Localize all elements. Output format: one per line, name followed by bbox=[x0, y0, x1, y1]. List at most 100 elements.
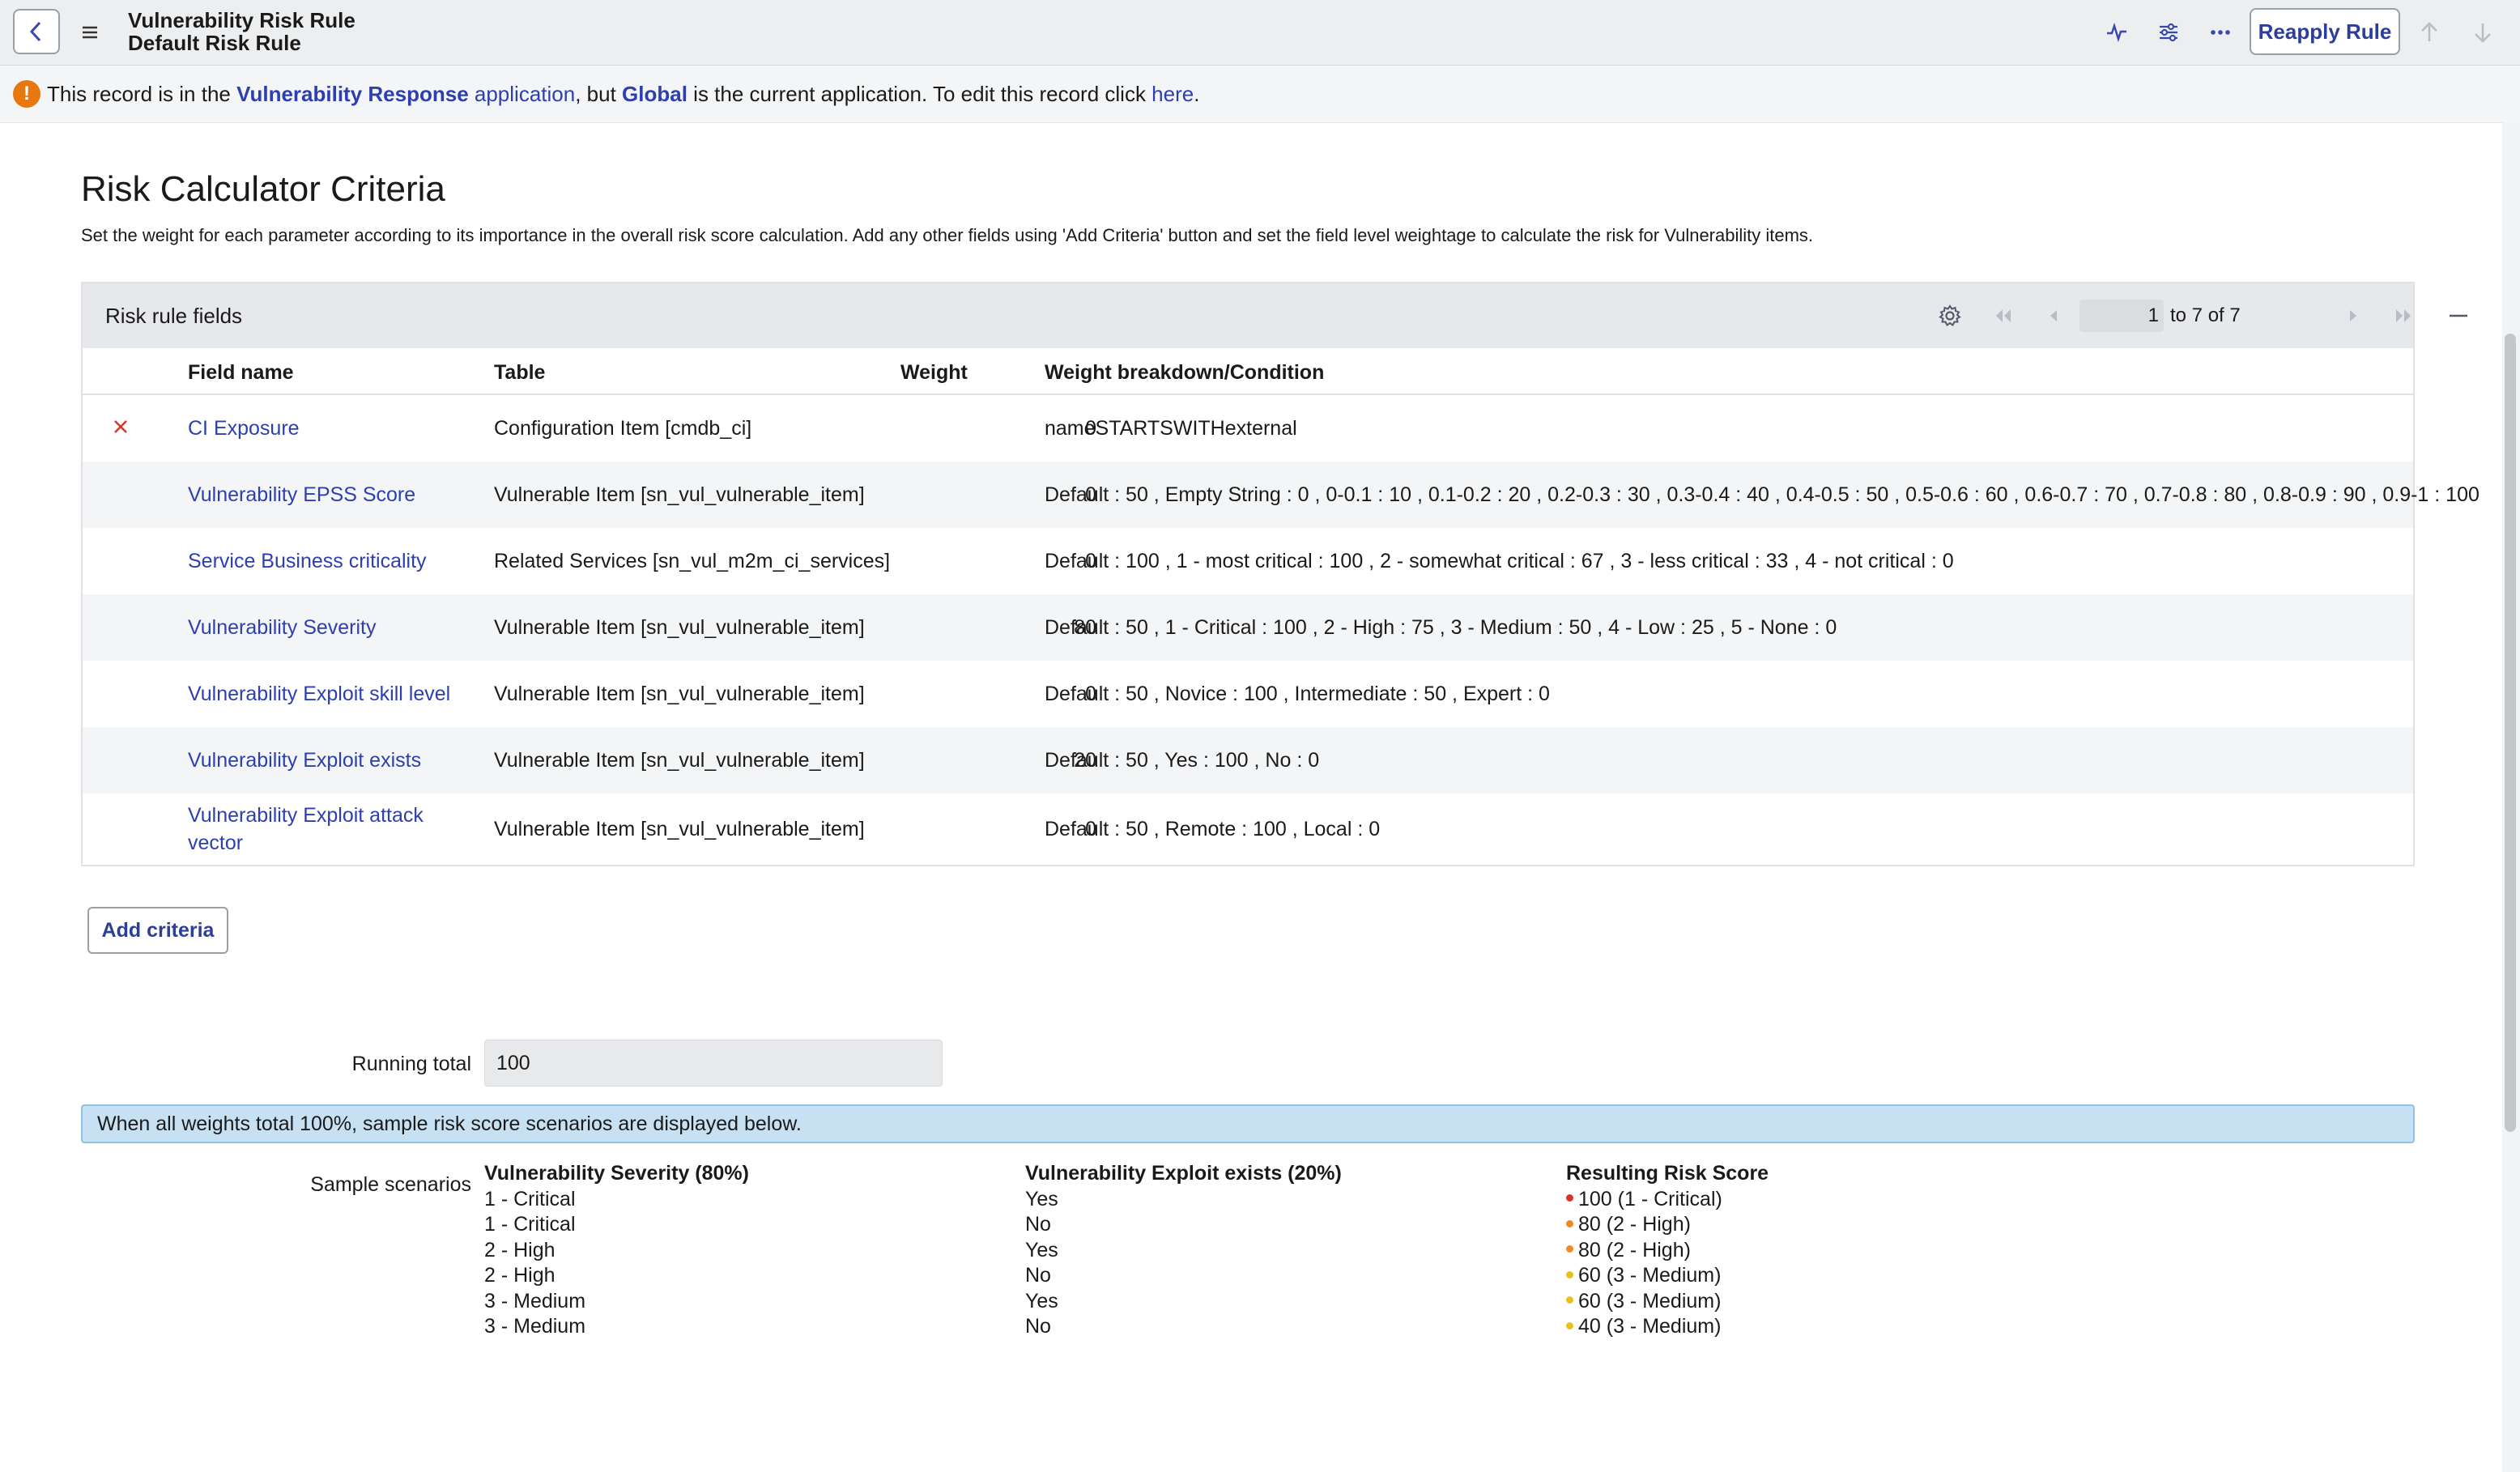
here-link[interactable]: here bbox=[1151, 82, 1194, 106]
scenario-value: Yes bbox=[1025, 1289, 1058, 1312]
field-name-link[interactable]: Service Business criticality bbox=[188, 547, 427, 575]
field-name-link[interactable]: Vulnerability Severity bbox=[188, 614, 377, 641]
risk-score-value: 60 (3 - Medium) bbox=[1566, 1289, 1769, 1315]
collapse-icon[interactable] bbox=[2444, 301, 2473, 330]
table-row: Vulnerability Exploit skill level Vulner… bbox=[83, 661, 2413, 727]
back-button[interactable] bbox=[13, 9, 60, 54]
column-header-table[interactable]: Table bbox=[494, 358, 545, 387]
sample-scenarios-label: Sample scenarios bbox=[310, 1173, 471, 1196]
scenario-value: 3 - Medium bbox=[484, 1289, 586, 1312]
table-row: Vulnerability Exploit exists Vulnerable … bbox=[83, 727, 2413, 793]
field-name-link[interactable]: Vulnerability Exploit exists bbox=[188, 747, 421, 774]
page-description: Set the weight for each parameter accord… bbox=[81, 225, 1814, 245]
risk-level-dot-icon bbox=[1566, 1270, 1573, 1278]
page-title: Risk Calculator Criteria bbox=[81, 169, 445, 209]
field-name-link[interactable]: Vulnerability EPSS Score bbox=[188, 481, 415, 508]
table-row: Vulnerability Exploit attack vector Vuln… bbox=[83, 793, 2413, 865]
risk-level-dot-icon bbox=[1566, 1219, 1573, 1227]
condition-cell: Default : 100 , 1 - most critical : 100 … bbox=[1045, 550, 1954, 572]
info-note-banner: When all weights total 100%, sample risk… bbox=[81, 1104, 2415, 1143]
scrollbar-thumb[interactable] bbox=[2505, 334, 2516, 1132]
delete-x-icon[interactable] bbox=[109, 415, 133, 439]
risk-level-dot-icon bbox=[1566, 1245, 1573, 1253]
table-cell: Vulnerable Item [sn_vul_vulnerable_item] bbox=[494, 749, 865, 772]
table-cell: Vulnerable Item [sn_vul_vulnerable_item] bbox=[494, 616, 865, 639]
pagination-range: to 7 of 7 bbox=[2170, 304, 2241, 326]
top-header: Vulnerability Risk Rule Default Risk Rul… bbox=[0, 0, 2520, 66]
risk-rule-fields-table: Risk rule fields 1 to 7 of 7 Field name … bbox=[81, 282, 2480, 866]
sliders-icon[interactable] bbox=[2154, 18, 2183, 47]
risk-score-value: 80 (2 - High) bbox=[1566, 1238, 1769, 1264]
first-page-icon[interactable] bbox=[1989, 301, 2018, 330]
last-page-icon[interactable] bbox=[2389, 301, 2418, 330]
previous-page-icon[interactable] bbox=[2039, 301, 2068, 330]
risk-score-value: 40 (3 - Medium) bbox=[1566, 1314, 1769, 1340]
column-header-weight[interactable]: Weight bbox=[900, 358, 968, 387]
risk-level-dot-icon bbox=[1566, 1296, 1573, 1304]
table-row: CI Exposure Configuration Item [cmdb_ci]… bbox=[83, 395, 2413, 462]
table-cell: Vulnerable Item [sn_vul_vulnerable_item] bbox=[494, 818, 865, 840]
table-title: Risk rule fields bbox=[105, 304, 243, 328]
hamburger-menu-icon[interactable] bbox=[78, 20, 102, 45]
arrow-up-icon[interactable] bbox=[2415, 18, 2444, 47]
running-total-field: 100 bbox=[484, 1040, 943, 1087]
scenario-value: 2 - High bbox=[484, 1264, 556, 1287]
page-number-input[interactable]: 1 bbox=[2079, 300, 2164, 332]
condition-cell: Default : 50 , Remote : 100 , Local : 0 bbox=[1045, 818, 1381, 840]
table-header-bar: Risk rule fields 1 to 7 of 7 bbox=[83, 283, 2467, 348]
column-header-weight-breakdown[interactable]: Weight breakdown/Condition bbox=[1045, 358, 1324, 387]
risk-score-value: 100 (1 - Critical) bbox=[1566, 1187, 1769, 1213]
scenario-value: No bbox=[1025, 1315, 1051, 1338]
scenario-value: 1 - Critical bbox=[484, 1187, 576, 1210]
table-cell: Configuration Item [cmdb_ci] bbox=[494, 417, 752, 440]
scenario-value: 1 - Critical bbox=[484, 1213, 576, 1236]
severity-scenario-column: Vulnerability Severity (80%) 1 - Critica… bbox=[484, 1161, 749, 1340]
application-word-link[interactable]: application bbox=[469, 82, 575, 106]
running-total-label: Running total bbox=[351, 1053, 471, 1075]
scenario-value: 2 - High bbox=[484, 1238, 556, 1261]
scenario-value: Yes bbox=[1025, 1238, 1058, 1261]
table-row: Vulnerability Severity Vulnerable Item [… bbox=[83, 594, 2413, 661]
scenario-value: No bbox=[1025, 1264, 1051, 1287]
table-cell: Related Services [sn_vul_m2m_ci_services… bbox=[494, 550, 891, 572]
record-type-title: Vulnerability Risk Rule bbox=[128, 8, 355, 32]
arrow-down-icon[interactable] bbox=[2468, 18, 2497, 47]
back-chevron-icon bbox=[29, 21, 41, 42]
scenario-value: Yes bbox=[1025, 1187, 1058, 1210]
warning-icon: ! bbox=[13, 80, 40, 108]
activity-pulse-icon[interactable] bbox=[2102, 18, 2131, 47]
risk-level-dot-icon bbox=[1566, 1194, 1573, 1202]
condition-cell: Default : 50 , 1 - Critical : 100 , 2 - … bbox=[1045, 616, 1837, 639]
column-header: Vulnerability Severity (80%) bbox=[484, 1162, 749, 1185]
risk-level-dot-icon bbox=[1566, 1321, 1573, 1329]
reapply-rule-button[interactable]: Reapply Rule bbox=[2250, 8, 2400, 55]
risk-score-scenario-column: Resulting Risk Score 100 (1 - Critical) … bbox=[1566, 1161, 1769, 1340]
condition-cell: Default : 50 , Empty String : 0 , 0-0.1 … bbox=[1045, 483, 2480, 506]
risk-score-value: 80 (2 - High) bbox=[1566, 1212, 1769, 1238]
table-row: Service Business criticality Related Ser… bbox=[83, 528, 2413, 594]
next-page-icon[interactable] bbox=[2339, 301, 2368, 330]
condition-cell: Default : 50 , Yes : 100 , No : 0 bbox=[1045, 749, 1320, 772]
record-name-title: Default Risk Rule bbox=[128, 31, 301, 55]
global-scope-link[interactable]: Global bbox=[622, 82, 687, 106]
notice-text: This record is in the Vulnerability Resp… bbox=[47, 82, 1200, 106]
application-link[interactable]: Vulnerability Response bbox=[236, 82, 469, 106]
field-name-link[interactable]: Vulnerability Exploit skill level bbox=[188, 680, 450, 708]
field-name-link[interactable]: Vulnerability Exploit attack vector bbox=[188, 802, 424, 857]
risk-score-value: 60 (3 - Medium) bbox=[1566, 1263, 1769, 1289]
add-criteria-button[interactable]: Add criteria bbox=[87, 907, 228, 954]
exploit-scenario-column: Vulnerability Exploit exists (20%) Yes N… bbox=[1025, 1161, 1342, 1340]
column-header-field-name[interactable]: Field name bbox=[188, 358, 294, 387]
application-scope-notice: ! This record is in the Vulnerability Re… bbox=[0, 66, 2520, 123]
column-header: Resulting Risk Score bbox=[1566, 1162, 1769, 1185]
scenario-value: 3 - Medium bbox=[484, 1315, 586, 1338]
table-cell: Vulnerable Item [sn_vul_vulnerable_item] bbox=[494, 483, 865, 506]
gear-icon[interactable] bbox=[1935, 301, 1964, 330]
condition-cell: Default : 50 , Novice : 100 , Intermedia… bbox=[1045, 683, 1550, 705]
table-cell: Vulnerable Item [sn_vul_vulnerable_item] bbox=[494, 683, 865, 705]
condition-cell: nameSTARTSWITHexternal bbox=[1045, 417, 1297, 440]
more-dots-icon[interactable] bbox=[2206, 18, 2235, 47]
column-header: Vulnerability Exploit exists (20%) bbox=[1025, 1162, 1342, 1185]
field-name-link[interactable]: CI Exposure bbox=[188, 415, 300, 442]
scenario-value: No bbox=[1025, 1213, 1051, 1236]
